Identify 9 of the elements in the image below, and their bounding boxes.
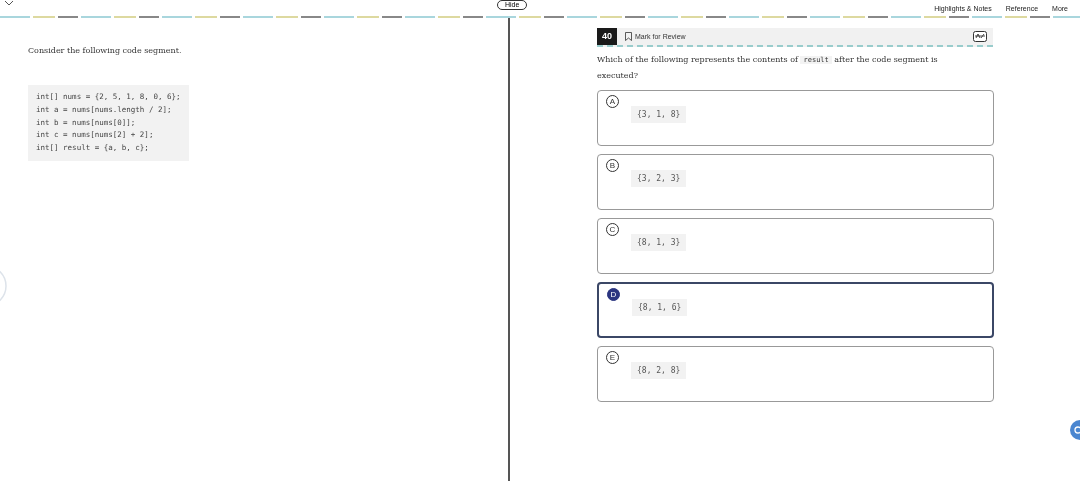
answer-choice[interactable]: B {3, 2, 3} <box>597 154 994 210</box>
question-number: 40 <box>597 28 617 45</box>
passage-text: Consider the following code segment. <box>28 46 183 55</box>
chevron-down-icon[interactable] <box>4 0 14 6</box>
answer-choice[interactable]: E {8, 2, 8} <box>597 346 994 402</box>
help-button-icon[interactable] <box>1070 420 1080 440</box>
answer-choice[interactable]: D {8, 1, 6} <box>597 282 994 338</box>
answer-choice[interactable]: C {8, 1, 3} <box>597 218 994 274</box>
answer-choice[interactable]: A {3, 1, 8} <box>597 90 994 146</box>
